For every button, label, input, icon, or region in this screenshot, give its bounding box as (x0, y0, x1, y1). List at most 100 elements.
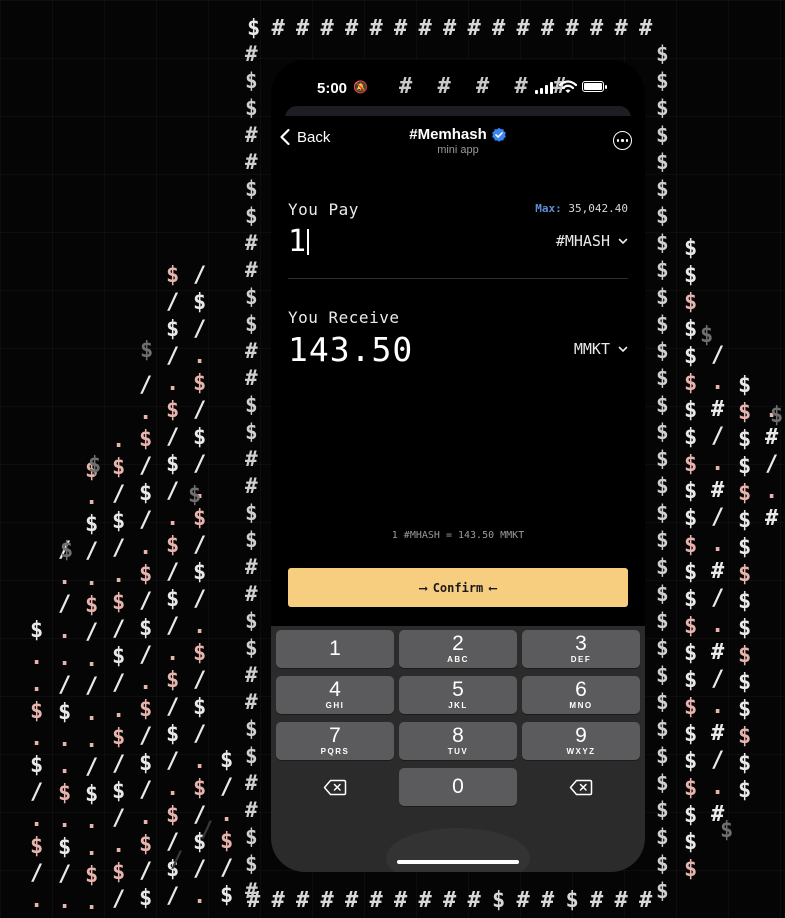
key-0[interactable]: 0 (399, 768, 517, 806)
ascii-glyph: . (139, 400, 153, 425)
pay-label: You Pay (288, 200, 359, 219)
receive-label: You Receive (288, 308, 400, 327)
ascii-glyph: $ (166, 587, 180, 612)
key-letters: PQRS (320, 747, 350, 756)
ascii-glyph: / (711, 667, 725, 692)
ascii-glyph: $ (684, 344, 698, 369)
ascii-glyph: $ (656, 204, 669, 228)
ascii-glyph: $ (684, 857, 698, 882)
ascii-glyph: $ (656, 447, 669, 471)
ascii-glyph: . (193, 749, 207, 774)
key-8[interactable]: 8 TUV (399, 722, 517, 760)
key-2[interactable]: 2 ABC (399, 630, 517, 668)
key-3[interactable]: 3 DEF (522, 630, 640, 668)
ascii-glyph: $ (656, 231, 669, 255)
key-5[interactable]: 5 JKL (399, 676, 517, 714)
pay-token-select[interactable]: #MHASH (556, 232, 628, 250)
ascii-glyph: $ (245, 825, 258, 849)
phone-frame: 5:00 🔕 # # # # # Back #Memhash mini app … (271, 60, 645, 872)
receive-token-label: MMKT (573, 340, 610, 358)
key-6[interactable]: 6 MNO (522, 676, 640, 714)
ascii-glyph: $ (245, 528, 258, 552)
key-number: 6 (575, 678, 587, 701)
ascii-glyph: $ (166, 317, 180, 342)
ascii-glyph: / (193, 452, 207, 477)
ascii-glyph: $ (684, 425, 698, 450)
ascii-glyph: $ (656, 744, 669, 768)
ascii-glyph: # (711, 640, 725, 665)
key-number: 7 (329, 724, 341, 747)
ascii-glyph: . (58, 727, 72, 752)
ascii-glyph: / (58, 592, 72, 617)
ascii-glyph: $ (193, 290, 207, 315)
ascii-glyph: # (516, 888, 530, 913)
ascii-glyph: . (193, 614, 207, 639)
ascii-glyph: $ (139, 886, 153, 911)
backspace-key-left[interactable] (276, 768, 394, 806)
ascii-glyph: $ (166, 803, 180, 828)
ascii-glyph: / (112, 536, 126, 561)
ascii-glyph: / (139, 454, 153, 479)
key-letters: MNO (569, 701, 593, 710)
header-title: #Memhash mini app (271, 124, 645, 156)
ascii-glyph: / (58, 862, 72, 887)
ascii-glyph: # (320, 16, 334, 41)
ascii-glyph: $ (656, 717, 669, 741)
ascii-glyph: . (166, 641, 180, 666)
ascii-glyph: $ (684, 587, 698, 612)
ascii-glyph: $ (166, 263, 180, 288)
home-indicator[interactable] (397, 860, 519, 864)
ascii-glyph: # (711, 478, 725, 503)
ascii-glyph: # (320, 888, 334, 913)
ascii-glyph: $ (193, 506, 207, 531)
verified-badge-icon (491, 127, 506, 142)
key-9[interactable]: 9 WXYZ (522, 722, 640, 760)
ascii-glyph: $ (656, 123, 669, 147)
ascii-glyph: $ (738, 724, 752, 749)
ascii-glyph: # (614, 16, 628, 41)
ascii-glyph: / (139, 373, 153, 398)
ascii-glyph: $ (656, 879, 669, 903)
ascii-glyph: # (345, 16, 359, 41)
app-subtitle: mini app (437, 144, 479, 156)
ascii-glyph: $ (656, 285, 669, 309)
ascii-glyph: . (85, 836, 99, 861)
ascii-glyph: $ (88, 453, 102, 478)
ascii-glyph: / (30, 861, 44, 886)
backspace-key[interactable] (522, 768, 640, 806)
ascii-glyph: $ (738, 535, 752, 560)
pay-amount-input[interactable] (288, 224, 488, 259)
confirm-button[interactable]: ⟶ Confirm ⟵ (288, 568, 628, 607)
ascii-glyph: / (711, 748, 725, 773)
ascii-glyph: $ (656, 852, 669, 876)
max-balance[interactable]: Max: 35,042.40 (535, 202, 628, 215)
key-4[interactable]: 4 GHI (276, 676, 394, 714)
ascii-glyph: # (245, 474, 258, 498)
receive-token-select[interactable]: MMKT (574, 340, 628, 358)
ascii-glyph: $ (492, 888, 506, 913)
ascii-glyph: / (711, 505, 725, 530)
key-number: 5 (452, 678, 464, 701)
ascii-glyph: . (58, 619, 72, 644)
ascii-glyph: / (112, 482, 126, 507)
ascii-glyph: $ (58, 781, 72, 806)
ascii-glyph: $ (656, 96, 669, 120)
key-7[interactable]: 7 PQRS (276, 722, 394, 760)
ascii-glyph: $ (656, 366, 669, 390)
ascii-glyph: # (245, 123, 258, 147)
ascii-glyph: / (166, 614, 180, 639)
key-number: 3 (575, 632, 587, 655)
ascii-glyph: # (245, 690, 258, 714)
ascii-glyph: # (467, 888, 481, 913)
more-options-icon[interactable] (613, 131, 632, 150)
ascii-glyph: # (271, 16, 285, 41)
ascii-glyph: / (193, 587, 207, 612)
ascii-glyph: $ (720, 818, 734, 843)
ascii-glyph: . (30, 726, 44, 751)
ascii-glyph: / (200, 818, 214, 843)
keyboard-bottom-shade (386, 828, 530, 872)
ascii-glyph: / (139, 643, 153, 668)
key-1[interactable]: 1 (276, 630, 394, 668)
ascii-glyph: / (139, 508, 153, 533)
ascii-glyph: # (245, 555, 258, 579)
